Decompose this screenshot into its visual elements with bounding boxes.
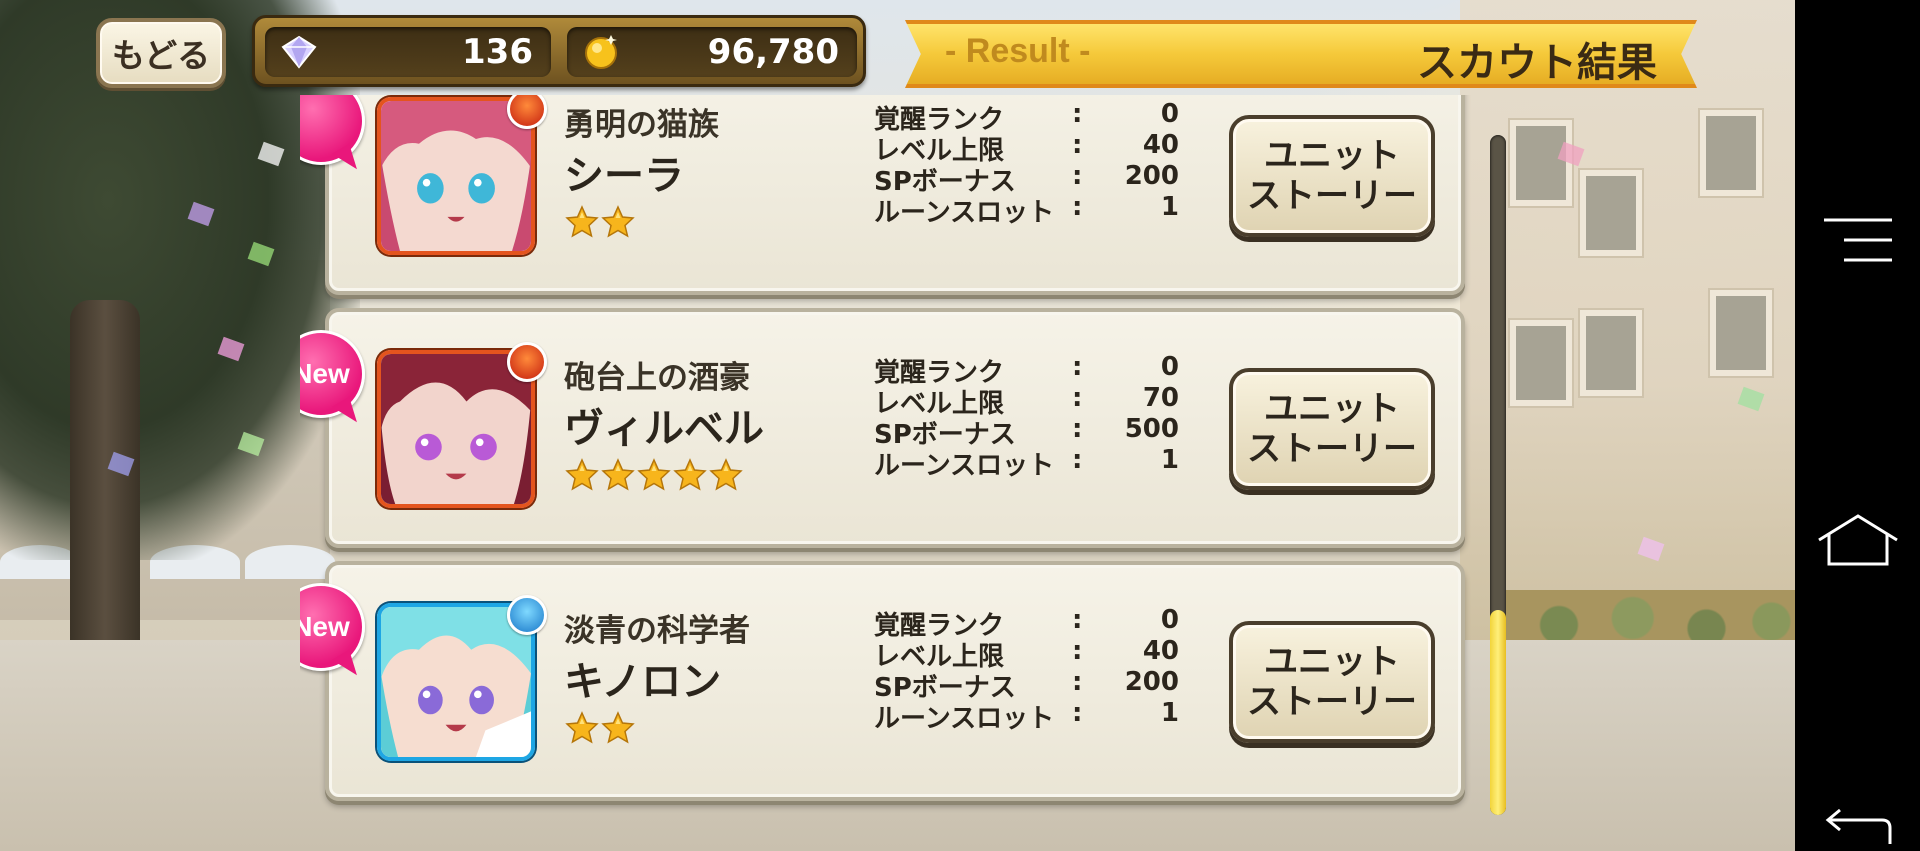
star-icon	[565, 205, 599, 239]
new-badge: New	[300, 330, 369, 430]
stat-value: 40	[1142, 130, 1179, 160]
unit-stats: 覚醒ランク:0 レベル上限:70 SPボーナス:500 ルーンスロット:1	[874, 352, 1179, 481]
unit-rarity	[565, 205, 635, 239]
unit-name: キノロン	[564, 659, 722, 705]
page-title: スカウト結果	[1417, 40, 1657, 86]
background-window	[1580, 310, 1642, 396]
menu-icon[interactable]	[1795, 210, 1920, 270]
stat-row: SPボーナス:500	[874, 414, 1179, 450]
star-icon	[565, 458, 599, 492]
background-window	[1700, 110, 1762, 196]
unit-title: 淡青の科学者	[564, 613, 750, 649]
coin-count: 96,780	[707, 32, 839, 72]
stat-label: ルーンスロット	[874, 451, 1055, 481]
star-icon	[637, 458, 671, 492]
new-badge: New	[300, 583, 369, 683]
unit-card: New 砲台上の酒豪 ヴィルベル 覚醒ランク:0 レベル上限:70 SPボーナス…	[300, 308, 1465, 548]
star-icon	[601, 205, 635, 239]
star-icon	[601, 458, 635, 492]
unit-rarity	[565, 711, 635, 745]
stat-value: 0	[1160, 352, 1179, 382]
fire-element-icon	[507, 95, 547, 129]
star-icon	[601, 711, 635, 745]
stat-row: レベル上限:40	[874, 130, 1179, 166]
unit-story-button[interactable]: ユニット ストーリー	[1229, 621, 1435, 743]
list-scrollbar[interactable]	[1490, 135, 1506, 815]
back-button[interactable]: もどる	[96, 18, 226, 88]
stat-value: 40	[1142, 636, 1179, 666]
stat-value: 70	[1142, 383, 1179, 413]
stat-value: 200	[1124, 161, 1179, 191]
stat-value: 0	[1160, 605, 1179, 635]
stat-value: 500	[1124, 414, 1179, 444]
unit-stats: 覚醒ランク:0 レベル上限:40 SPボーナス:200 ルーンスロット:1	[874, 605, 1179, 734]
stat-row: ルーンスロット:1	[874, 698, 1179, 734]
currency-bar: 136 96,780	[252, 15, 866, 87]
unit-card: 勇明の猫族 シーラ 覚醒ランク:0 レベル上限:40 SPボーナス:200 ルー…	[300, 95, 1465, 295]
stat-value: 1	[1160, 445, 1179, 475]
stat-value: 200	[1124, 667, 1179, 697]
stat-row: レベル上限:70	[874, 383, 1179, 419]
stat-row: 覚醒ランク:0	[874, 99, 1179, 135]
home-icon[interactable]	[1795, 505, 1920, 575]
stat-label: ルーンスロット	[874, 198, 1055, 228]
coin-counter: 96,780	[567, 27, 857, 77]
unit-rarity	[565, 458, 743, 492]
background-window	[1710, 290, 1772, 376]
back-arrow-icon[interactable]	[1795, 800, 1920, 851]
unit-title: 勇明の猫族	[564, 107, 719, 143]
result-subtitle: - Result -	[945, 32, 1091, 70]
stat-value: 1	[1160, 192, 1179, 222]
stat-row: 覚醒ランク:0	[874, 352, 1179, 388]
stat-row: ルーンスロット:1	[874, 192, 1179, 228]
star-icon	[565, 711, 599, 745]
stat-row: SPボーナス:200	[874, 667, 1179, 703]
unit-card: New 淡青の科学者 キノロン 覚醒ランク:0 レベル上限:40 SPボーナス:…	[300, 561, 1465, 801]
gold-coin-icon	[585, 35, 617, 69]
gem-count: 136	[462, 32, 533, 72]
unit-title: 砲台上の酒豪	[564, 360, 750, 396]
gem-counter: 136	[265, 27, 551, 77]
unit-name: シーラ	[564, 153, 684, 199]
fire-element-icon	[507, 342, 547, 382]
stat-value: 0	[1160, 99, 1179, 129]
background-window	[1510, 120, 1572, 206]
background-window	[1580, 170, 1642, 256]
new-badge	[300, 95, 369, 177]
stat-row: ルーンスロット:1	[874, 445, 1179, 481]
result-banner: - Result - スカウト結果	[905, 20, 1697, 88]
system-navigation-bar	[1795, 0, 1920, 851]
stat-row: SPボーナス:200	[874, 161, 1179, 197]
unit-result-list[interactable]: 勇明の猫族 シーラ 覚醒ランク:0 レベル上限:40 SPボーナス:200 ルー…	[300, 95, 1480, 835]
scrollbar-thumb[interactable]	[1490, 610, 1506, 815]
stat-row: 覚醒ランク:0	[874, 605, 1179, 641]
stat-label: ルーンスロット	[874, 704, 1055, 734]
star-icon	[709, 458, 743, 492]
stat-row: レベル上限:40	[874, 636, 1179, 672]
diamond-icon	[281, 35, 317, 69]
unit-story-button[interactable]: ユニット ストーリー	[1229, 115, 1435, 237]
water-element-icon	[507, 595, 547, 635]
unit-name: ヴィルベル	[564, 406, 764, 452]
star-icon	[673, 458, 707, 492]
background-window	[1510, 320, 1572, 406]
stat-value: 1	[1160, 698, 1179, 728]
unit-story-button[interactable]: ユニット ストーリー	[1229, 368, 1435, 490]
unit-stats: 覚醒ランク:0 レベル上限:40 SPボーナス:200 ルーンスロット:1	[874, 99, 1179, 228]
